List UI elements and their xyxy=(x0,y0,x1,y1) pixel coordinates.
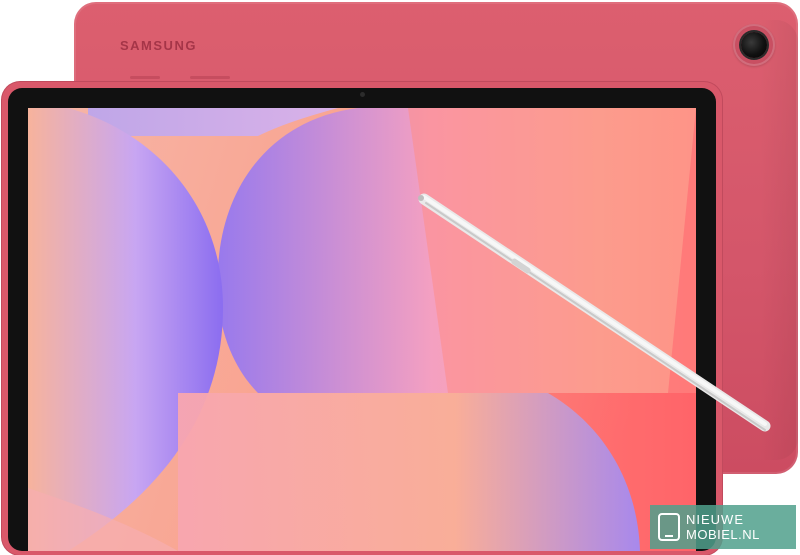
watermark-line2: MOBIEL.NL xyxy=(686,527,760,542)
watermark: NIEUWE MOBIEL.NL xyxy=(650,505,796,549)
product-photo: SAMSUNG NIEUWE MOBIEL.NL xyxy=(0,0,800,555)
watermark-text: NIEUWE MOBIEL.NL xyxy=(686,512,760,542)
watermark-line1: NIEUWE xyxy=(686,512,744,527)
watermark-logo-icon xyxy=(658,513,680,541)
pen-tip xyxy=(418,195,424,201)
s-pen xyxy=(418,193,771,432)
